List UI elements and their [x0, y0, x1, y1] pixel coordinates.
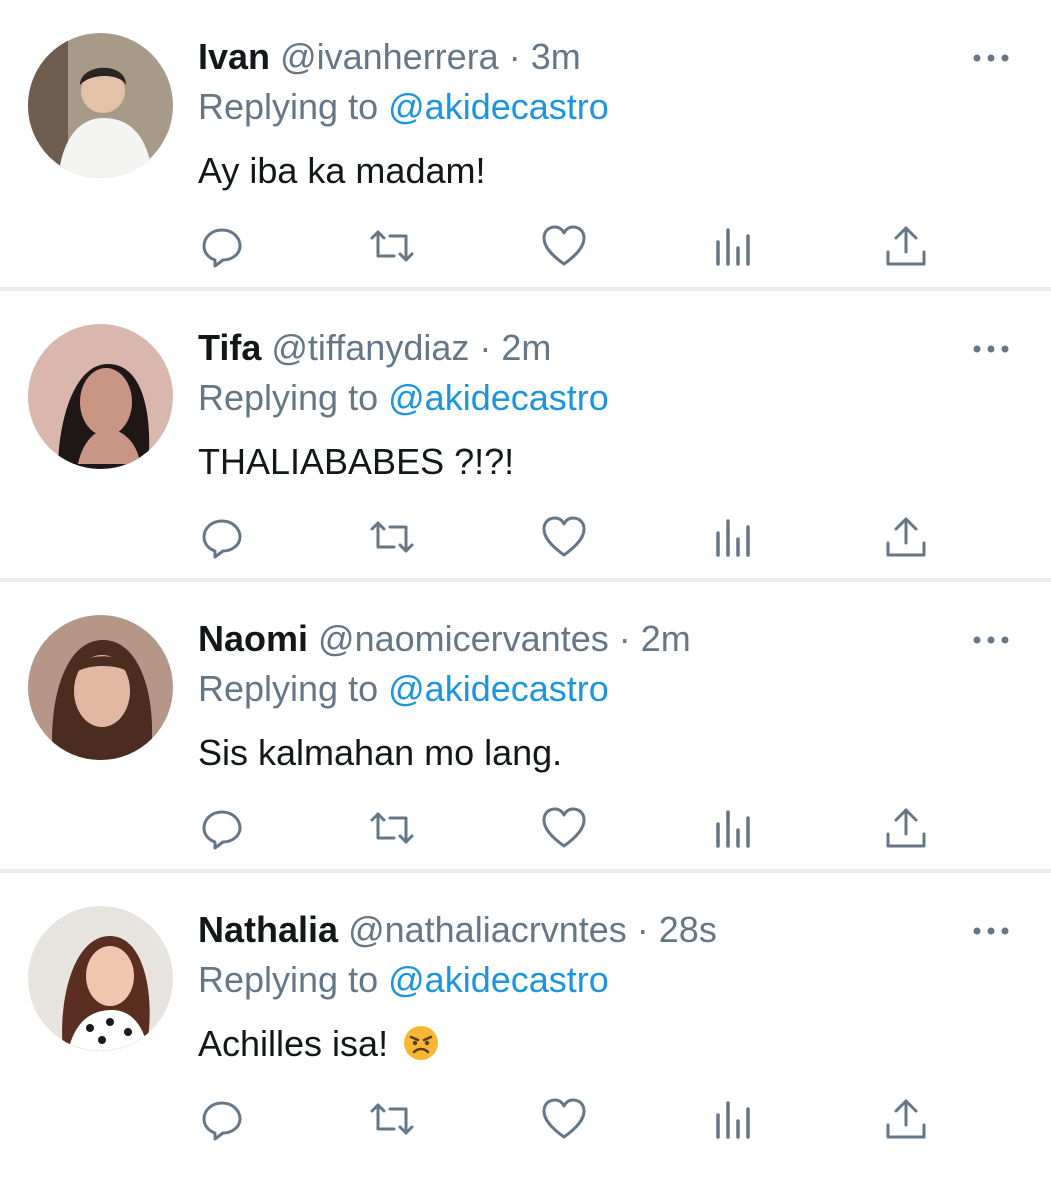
analytics-icon[interactable] [710, 1095, 758, 1143]
heart-icon[interactable] [540, 1095, 588, 1143]
avatar-photo [28, 615, 173, 760]
retweet-icon[interactable] [368, 804, 416, 852]
display-name[interactable]: Naomi [198, 618, 308, 659]
display-name[interactable]: Nathalia [198, 909, 338, 950]
timestamp[interactable]: 3m [531, 36, 581, 77]
retweet-icon[interactable] [368, 1095, 416, 1143]
share-icon[interactable] [882, 222, 930, 270]
more-icon[interactable] [971, 630, 1011, 650]
heart-icon[interactable] [540, 513, 588, 561]
separator-dot: · [618, 618, 631, 659]
tweet-header: Tifa @tiffanydiaz · 2m [198, 323, 961, 373]
tweet-text: THALIABABES ?!?! [198, 441, 515, 482]
replying-to-label: Replying to [198, 86, 379, 127]
avatar[interactable] [28, 33, 173, 178]
timestamp[interactable]: 28s [659, 909, 717, 950]
reply-tweet[interactable]: Ivan @ivanherrera · 3m Replying to @akid… [0, 0, 1051, 291]
tweet-actions [198, 222, 938, 282]
tweet-text: Ay iba ka madam! [198, 150, 486, 191]
more-icon[interactable] [971, 921, 1011, 941]
reply-icon[interactable] [198, 1095, 246, 1143]
display-name[interactable]: Ivan [198, 36, 270, 77]
reply-icon[interactable] [198, 513, 246, 561]
mention-link[interactable]: @akidecastro [388, 377, 609, 418]
avatar-photo [28, 324, 173, 469]
user-handle[interactable]: @tiffanydiaz [271, 327, 469, 368]
user-handle[interactable]: @nathaliacrvntes [348, 909, 627, 950]
user-handle[interactable]: @naomicervantes [318, 618, 609, 659]
separator-dot: · [636, 909, 649, 950]
reply-tweet[interactable]: Naomi @naomicervantes · 2m Replying to @… [0, 582, 1051, 873]
tweet-header: Nathalia @nathaliacrvntes · 28s [198, 905, 961, 955]
more-icon[interactable] [971, 48, 1011, 68]
separator-dot: · [479, 327, 492, 368]
reply-tweet[interactable]: Nathalia @nathaliacrvntes · 28s Replying… [0, 873, 1051, 1164]
tweet-header: Ivan @ivanherrera · 3m [198, 32, 961, 82]
reply-tweet[interactable]: Tifa @tiffanydiaz · 2m Replying to @akid… [0, 291, 1051, 582]
angry-face-icon [402, 1024, 440, 1075]
mention-link[interactable]: @akidecastro [388, 86, 609, 127]
separator-dot: · [508, 36, 521, 77]
analytics-icon[interactable] [710, 513, 758, 561]
avatar[interactable] [28, 615, 173, 760]
heart-icon[interactable] [540, 222, 588, 270]
timestamp[interactable]: 2m [641, 618, 691, 659]
reply-list: Ivan @ivanherrera · 3m Replying to @akid… [0, 0, 1051, 1200]
avatar[interactable] [28, 324, 173, 469]
avatar-photo [28, 906, 173, 1051]
more-icon[interactable] [971, 339, 1011, 359]
analytics-icon[interactable] [710, 804, 758, 852]
replying-to: Replying to @akidecastro [198, 955, 961, 1005]
share-icon[interactable] [882, 1095, 930, 1143]
share-icon[interactable] [882, 513, 930, 561]
replying-to-label: Replying to [198, 959, 379, 1000]
tweet-text: Sis kalmahan mo lang. [198, 732, 563, 773]
retweet-icon[interactable] [368, 513, 416, 561]
tweet-header: Naomi @naomicervantes · 2m [198, 614, 961, 664]
reply-icon[interactable] [198, 804, 246, 852]
display-name[interactable]: Tifa [198, 327, 261, 368]
mention-link[interactable]: @akidecastro [388, 959, 609, 1000]
heart-icon[interactable] [540, 804, 588, 852]
retweet-icon[interactable] [368, 222, 416, 270]
replying-to-label: Replying to [198, 377, 379, 418]
reply-icon[interactable] [198, 222, 246, 270]
user-handle[interactable]: @ivanherrera [280, 36, 499, 77]
tweet-actions [198, 1095, 938, 1155]
share-icon[interactable] [882, 804, 930, 852]
replying-to: Replying to @akidecastro [198, 664, 961, 714]
avatar[interactable] [28, 906, 173, 1051]
replying-to: Replying to @akidecastro [198, 82, 961, 132]
replying-to: Replying to @akidecastro [198, 373, 961, 423]
tweet-text: Achilles isa! [198, 1023, 389, 1064]
tweet-actions [198, 513, 938, 573]
tweet-text-wrap: Achilles isa! [198, 1019, 961, 1075]
mention-link[interactable]: @akidecastro [388, 668, 609, 709]
timestamp[interactable]: 2m [501, 327, 551, 368]
tweet-actions [198, 804, 938, 864]
replying-to-label: Replying to [198, 668, 379, 709]
analytics-icon[interactable] [710, 222, 758, 270]
avatar-photo [28, 33, 173, 178]
